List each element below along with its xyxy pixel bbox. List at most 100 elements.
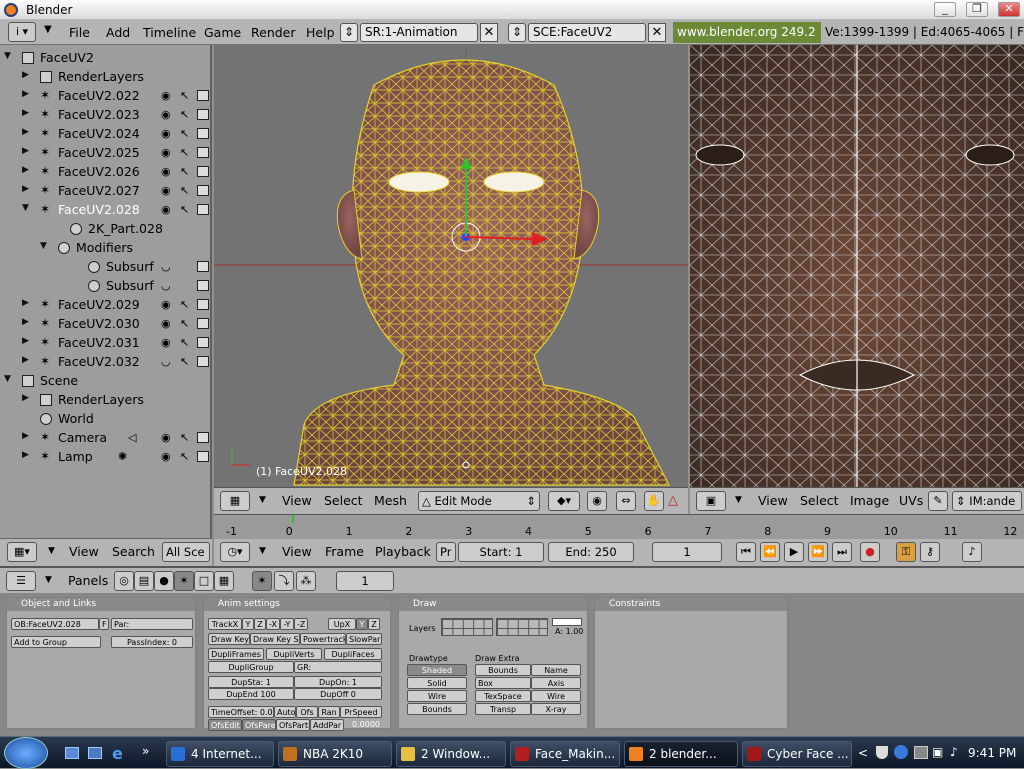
outliner-row[interactable]: ▼ ✶ FaceUV2.028 ◉ ↖ — [0, 201, 210, 220]
uv-image-browse[interactable]: ⇕ IM:ande — [952, 491, 1022, 511]
addpar-button[interactable]: AddPar — [310, 719, 344, 731]
extra-wire-button[interactable]: Wire — [531, 690, 581, 702]
outliner-row[interactable]: ▶ ✶ FaceUV2.029 ◉ ↖ — [0, 296, 210, 315]
expand-triangle-icon[interactable]: ▶ — [22, 165, 29, 175]
render-image-icon[interactable] — [197, 299, 209, 310]
outliner-row[interactable]: ▶ ✶ FaceUV2.022 ◉ ↖ — [0, 87, 210, 106]
dupliverts-button[interactable]: DupliVerts — [266, 648, 322, 660]
expand-triangle-icon[interactable]: ▶ — [22, 317, 29, 327]
extra-bounds-button[interactable]: Bounds — [475, 664, 531, 676]
volume-icon[interactable]: ♪ — [950, 745, 958, 759]
eye-icon[interactable]: ◉ — [161, 317, 171, 330]
lamp-data-icon[interactable]: ✺ — [118, 450, 127, 463]
prspeed-button[interactable]: PrSpeed — [340, 706, 382, 718]
track-negx-button[interactable]: -X — [266, 618, 280, 630]
translate-icon[interactable]: △ — [668, 493, 678, 508]
logic-context-icon[interactable]: ◎ — [114, 571, 134, 591]
track-negy-button[interactable]: -Y — [280, 618, 294, 630]
menu-add[interactable]: Add — [106, 25, 130, 40]
info-icon[interactable]: i ▾ — [8, 22, 36, 42]
editing-context-icon[interactable]: □ — [194, 571, 214, 591]
start-button[interactable] — [4, 737, 48, 769]
outliner-row[interactable]: ▶ ✶ FaceUV2.030 ◉ ↖ — [0, 315, 210, 334]
drawtype-solid-button[interactable]: Solid — [407, 677, 467, 689]
bounds-type-select[interactable]: Box — [475, 677, 531, 689]
ofsedit-button[interactable]: OfsEdit — [208, 719, 242, 731]
pass-index-field[interactable]: PassIndex: 0 — [111, 636, 193, 648]
select-cursor-icon[interactable]: ↖ — [180, 165, 189, 178]
scene-name-field[interactable]: SCE:FaceUV2 — [528, 23, 646, 42]
scene-context-icon[interactable]: ▦ — [214, 571, 234, 591]
duplifaces-button[interactable]: DupliFaces — [324, 648, 382, 660]
eye-icon[interactable]: ◉ — [161, 146, 171, 159]
expand-triangle-icon[interactable]: ▶ — [22, 431, 29, 441]
taskbar-task[interactable]: NBA 2K10 — [278, 741, 392, 767]
drawtype-bounds-button[interactable]: Bounds — [407, 703, 467, 715]
powertrack-button[interactable]: Powertrack — [300, 633, 346, 645]
collapse-triangle-icon[interactable]: ▼ — [40, 241, 47, 251]
play-icon[interactable]: ▶ — [784, 542, 804, 562]
eye-icon[interactable]: ◉ — [161, 165, 171, 178]
timeline-editor-type-icon[interactable]: ◷▾ — [220, 542, 250, 562]
eye-icon[interactable]: ◉ — [161, 336, 171, 349]
hand-icon[interactable]: ✋ — [644, 491, 664, 511]
rewind-icon[interactable]: ⏪ — [760, 542, 780, 562]
scene-delete-button[interactable]: ✕ — [648, 23, 666, 42]
slowpar-button[interactable]: SlowPar — [346, 633, 382, 645]
outliner-search-menu[interactable]: Search — [112, 544, 155, 559]
render-image-icon[interactable] — [197, 318, 209, 329]
render-image-icon[interactable] — [197, 432, 209, 443]
track-z-button[interactable]: Z — [254, 618, 266, 630]
constraints-title[interactable]: Constraints — [595, 598, 787, 611]
layer-grid-2[interactable] — [496, 618, 548, 636]
group-field[interactable]: GR: — [294, 661, 382, 673]
minimize-button[interactable]: _ — [934, 2, 956, 17]
eye-closed-icon[interactable]: ◡ — [161, 355, 171, 368]
eye-icon[interactable]: ◉ — [161, 184, 171, 197]
menu-timeline[interactable]: Timeline — [143, 25, 196, 40]
dupon-field[interactable]: DupOn: 1 — [294, 676, 382, 688]
render-image-icon[interactable] — [197, 147, 209, 158]
collapse-triangle-icon[interactable]: ▼ — [4, 374, 11, 384]
mode-select[interactable]: △ Edit Mode ⇕ — [418, 491, 540, 511]
up-y-button[interactable]: Y — [356, 618, 368, 630]
network-icon[interactable]: ▣ — [932, 745, 943, 759]
3d-view-menu[interactable]: View — [282, 493, 312, 508]
outliner-collapse-icon[interactable]: ▼ — [48, 546, 55, 556]
outliner-filter-select[interactable]: All Sce — [162, 542, 210, 562]
render-image-icon[interactable] — [197, 451, 209, 462]
timeline-ruler[interactable]: -1 0 1 2 3 4 5 6 7 8 9 10 11 12 — [214, 514, 1024, 539]
expand-triangle-icon[interactable]: ▶ — [22, 355, 29, 365]
select-cursor-icon[interactable]: ↖ — [180, 298, 189, 311]
outliner-view-menu[interactable]: View — [69, 544, 99, 559]
ofs-button[interactable]: Ofs — [296, 706, 318, 718]
expand-triangle-icon[interactable]: ▶ — [22, 184, 29, 194]
internet-explorer-icon[interactable]: e — [112, 744, 123, 763]
switch-windows-icon[interactable] — [88, 747, 102, 759]
eye-icon[interactable]: ◉ — [161, 431, 171, 444]
outliner-row[interactable]: Subsurf ◡ — [0, 258, 210, 277]
menu-collapse-icon[interactable]: ▼ — [44, 24, 52, 35]
menu-game[interactable]: Game — [204, 25, 241, 40]
select-cursor-icon[interactable]: ↖ — [180, 336, 189, 349]
3d-viewport[interactable]: (1) FaceUV2.028 — [214, 45, 688, 487]
object-tab-icon[interactable]: ✶ — [252, 571, 272, 591]
up-z-button[interactable]: Z — [368, 618, 380, 630]
current-frame-field[interactable]: 1 — [652, 542, 722, 562]
outliner-row[interactable]: ▶ ✶ FaceUV2.025 ◉ ↖ — [0, 144, 210, 163]
drawtype-shaded-button[interactable]: Shaded — [407, 664, 467, 676]
ofspare-button[interactable]: OfsPare — [242, 719, 276, 731]
draw-key-button[interactable]: Draw Key — [208, 633, 250, 645]
collapse-triangle-icon[interactable]: ▼ — [4, 51, 11, 61]
jump-start-icon[interactable]: ⏮ — [736, 542, 756, 562]
render-image-icon[interactable] — [197, 337, 209, 348]
timeline-view-menu[interactable]: View — [282, 544, 312, 559]
add-to-group-button[interactable]: Add to Group — [11, 636, 101, 648]
outliner-editor-type-icon[interactable]: ▦▾ — [7, 542, 37, 562]
timeline-playback-menu[interactable]: Playback — [375, 544, 431, 559]
render-image-icon[interactable] — [197, 356, 209, 367]
outliner-row[interactable]: ▼ Scene — [0, 372, 210, 391]
preview-range-button[interactable]: Pr — [436, 542, 456, 562]
eye-closed-icon[interactable]: ◡ — [161, 260, 171, 273]
anim-settings-title[interactable]: Anim settings — [204, 598, 390, 611]
